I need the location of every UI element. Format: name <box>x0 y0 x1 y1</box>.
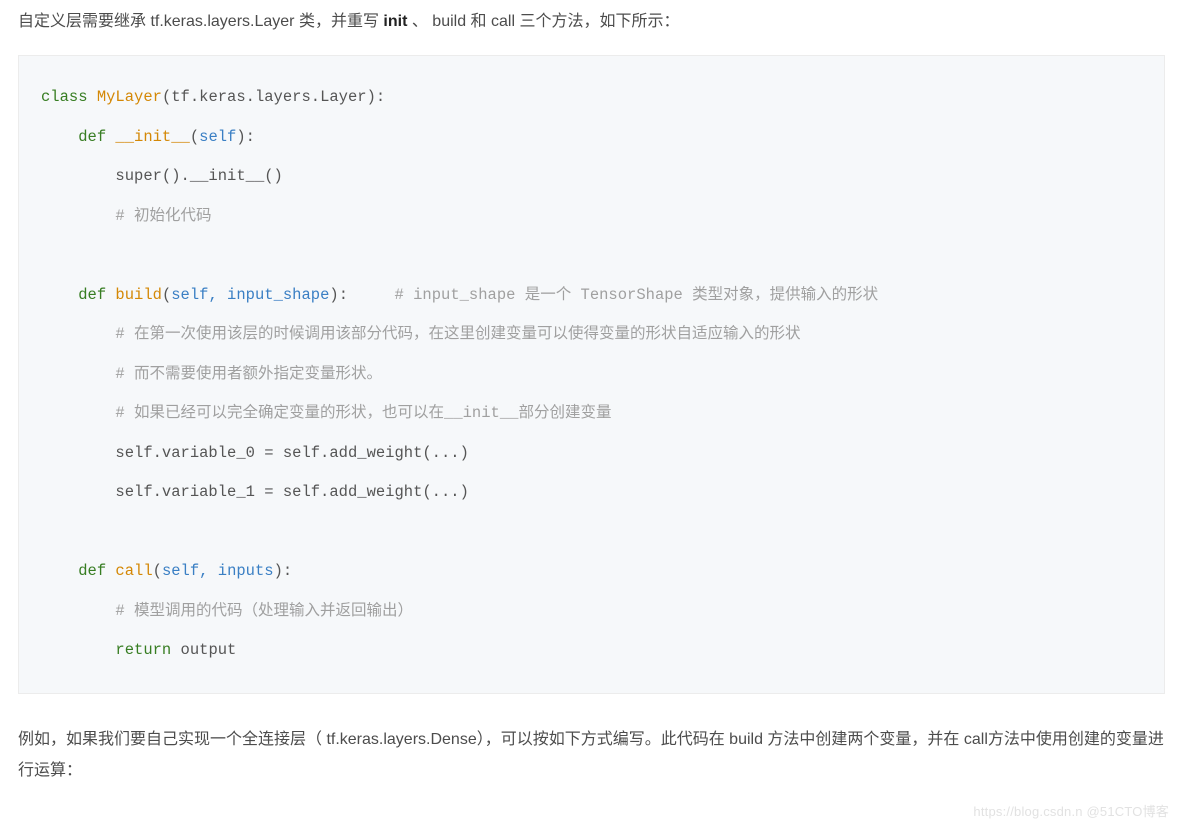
outro-paragraph: 例如，如果我们要自己实现一个全连接层（ tf.keras.layers.Dens… <box>18 724 1165 786</box>
fn-build: build <box>106 286 162 304</box>
class-sig: (tf.keras.layers.Layer): <box>162 88 385 106</box>
article-page: 自定义层需要继承 tf.keras.layers.Layer 类，并重写 ini… <box>0 6 1183 786</box>
param-call: self, inputs <box>162 562 274 580</box>
kw-return: return <box>115 641 171 659</box>
super-call: super().__init__() <box>115 167 282 185</box>
kw-def: def <box>78 128 106 146</box>
intro-text-2: 、 build 和 call 三个方法，如下所示： <box>407 13 679 30</box>
code-block: class MyLayer(tf.keras.layers.Layer): de… <box>18 55 1165 694</box>
param-self: self <box>199 128 236 146</box>
fn-init: __init__ <box>106 128 190 146</box>
code-pre: class MyLayer(tf.keras.layers.Layer): de… <box>41 78 1142 671</box>
class-name: MyLayer <box>88 88 162 106</box>
comment-call: # 模型调用的代码（处理输入并返回输出） <box>115 602 413 620</box>
comment-build-inline: # input_shape 是一个 TensorShape 类型对象，提供输入的… <box>348 286 878 304</box>
comment-init: # 初始化代码 <box>115 207 211 225</box>
kw-def: def <box>78 562 106 580</box>
intro-bold: init <box>383 13 407 30</box>
comment-build-3: # 如果已经可以完全确定变量的形状，也可以在__init__部分创建变量 <box>115 404 611 422</box>
var0-line: self.variable_0 = self.add_weight(...) <box>115 444 468 462</box>
param-build: self, input_shape <box>171 286 329 304</box>
comment-build-2: # 而不需要使用者额外指定变量形状。 <box>115 365 382 383</box>
watermark: https://blog.csdn.n @51CTO博客 <box>973 801 1169 820</box>
intro-text-1: 自定义层需要继承 tf.keras.layers.Layer 类，并重写 <box>18 13 383 30</box>
kw-def: def <box>78 286 106 304</box>
fn-call: call <box>106 562 153 580</box>
comment-build-1: # 在第一次使用该层的时候调用该部分代码，在这里创建变量可以使得变量的形状自适应… <box>115 325 800 343</box>
kw-class: class <box>41 88 88 106</box>
intro-paragraph: 自定义层需要继承 tf.keras.layers.Layer 类，并重写 ini… <box>18 6 1165 37</box>
var1-line: self.variable_1 = self.add_weight(...) <box>115 483 468 501</box>
return-val: output <box>171 641 236 659</box>
